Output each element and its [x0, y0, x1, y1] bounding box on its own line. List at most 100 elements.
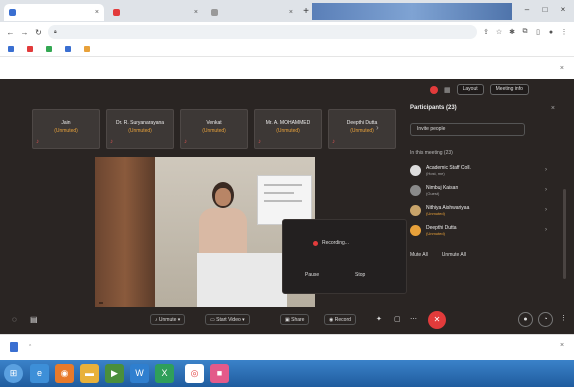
- participant-tile[interactable]: Dr. R. Suryanarayana (Unmuted) ♪: [106, 109, 174, 149]
- start-icon[interactable]: ⊞: [4, 364, 23, 383]
- more-options-icon[interactable]: ⋯: [410, 314, 417, 325]
- forward-icon[interactable]: →: [20, 28, 29, 37]
- participant-role: (Unmuted): [426, 211, 445, 216]
- participants-icon[interactable]: ●: [518, 312, 533, 327]
- close-icon[interactable]: ×: [95, 9, 99, 16]
- participant-tile[interactable]: Deepthi Dutta (Unmuted) ♪: [328, 109, 396, 149]
- menu-icon[interactable]: ⋮: [560, 28, 568, 36]
- chevron-up-icon[interactable]: ⌃: [28, 344, 32, 350]
- participant-role: (Host, me): [426, 171, 445, 176]
- more-icon[interactable]: ›: [545, 207, 547, 213]
- participant-row[interactable]: Academic Staff Coll. (Host, me) ›: [410, 165, 555, 176]
- participant-tile[interactable]: Jain (Unmuted) ♪: [32, 109, 100, 149]
- reactions-icon[interactable]: ✦: [376, 314, 382, 325]
- more-icon[interactable]: ›: [545, 167, 547, 173]
- bookmark-item[interactable]: [8, 46, 17, 52]
- participant-row[interactable]: Deepthi Dutta (Unmuted) ›: [410, 225, 555, 236]
- folder-icon[interactable]: ▬: [80, 364, 99, 383]
- more-icon[interactable]: ›: [545, 187, 547, 193]
- participant-tile[interactable]: Venkat (Unmuted) ♪: [180, 109, 248, 149]
- layout-button[interactable]: Layout: [456, 84, 484, 95]
- excel-icon[interactable]: X: [155, 364, 174, 383]
- close-icon[interactable]: ×: [560, 342, 564, 349]
- chat-icon[interactable]: ▤: [30, 314, 38, 325]
- recording-indicator-icon: [430, 85, 438, 94]
- recording-popup: Recording... Pause Stop: [282, 219, 407, 294]
- participants-section-header[interactable]: In this meeting (23): [410, 150, 555, 156]
- close-icon[interactable]: ×: [194, 9, 198, 16]
- meeting-controls: ◌ ▤ ♪ Unmute ▾ ▭ Start Video ▾ ▣ Share ◉…: [0, 307, 574, 334]
- participants-title: Participants (23): [410, 105, 457, 111]
- start-video-label: Start Video: [216, 317, 241, 323]
- tile-status: (Unmuted): [128, 128, 152, 134]
- tile-status: (Unmuted): [202, 128, 226, 134]
- participant-row[interactable]: Nithiya Aishwariyaa (Unmuted) ›: [410, 205, 555, 216]
- more-icon[interactable]: ⋮: [556, 312, 571, 327]
- windows-taskbar: ⊞ e ◉ ▬ ▶ W X ◎ ■: [0, 360, 574, 387]
- extensions-puzzle-icon[interactable]: ⧉: [521, 28, 529, 36]
- apps-icon[interactable]: ▢: [394, 314, 401, 325]
- share-label: Share: [291, 317, 305, 323]
- media-icon[interactable]: ▶: [105, 364, 124, 383]
- unmute-button[interactable]: ♪ Unmute ▾: [150, 314, 186, 325]
- stop-recording-button[interactable]: Stop: [355, 272, 365, 278]
- start-video-button[interactable]: ▭ Start Video ▾: [205, 314, 250, 325]
- new-tab-icon[interactable]: +: [300, 6, 312, 18]
- app-icon[interactable]: ■: [210, 364, 229, 383]
- unmute-all-button[interactable]: Unmute All: [442, 252, 466, 258]
- download-item[interactable]: ⌃: [10, 342, 32, 352]
- bookmark-item[interactable]: [65, 46, 74, 52]
- tile-name: Jain: [61, 120, 71, 126]
- mute-all-button[interactable]: Mute All: [410, 252, 428, 258]
- mic-muted-icon: ♪: [332, 139, 335, 145]
- video-podium: [197, 253, 287, 307]
- shield-icon[interactable]: ◌: [12, 314, 17, 325]
- browser-tab[interactable]: ×: [206, 4, 298, 21]
- tab-favicon-icon: [9, 9, 16, 16]
- participant-tile[interactable]: Mr. A. MOHAMMED (Unmuted) ♪: [254, 109, 322, 149]
- invite-people-button[interactable]: Invite people: [410, 123, 525, 136]
- back-icon[interactable]: ←: [6, 28, 15, 37]
- star-icon[interactable]: ☆: [495, 28, 503, 36]
- more-icon[interactable]: ›: [545, 227, 547, 233]
- meeting-top-bar: ▦ Layout Meeting info: [430, 84, 529, 95]
- grid-icon[interactable]: ▦: [444, 86, 451, 94]
- share-icon[interactable]: ⇪: [482, 28, 490, 36]
- chrome-icon[interactable]: ◎: [185, 364, 204, 383]
- chat-bubble-icon[interactable]: ◔: [538, 312, 553, 327]
- bookmark-icon: [65, 46, 71, 52]
- tile-name: Deepthi Dutta: [346, 120, 378, 126]
- maximize-icon[interactable]: □: [538, 4, 552, 16]
- close-icon[interactable]: ×: [551, 105, 555, 112]
- browser-tab[interactable]: ×: [4, 4, 104, 21]
- firefox-icon[interactable]: ◉: [55, 364, 74, 383]
- reload-icon[interactable]: ↻: [34, 28, 43, 37]
- url-input[interactable]: 🔒︎: [48, 25, 477, 39]
- profile-icon[interactable]: ●: [547, 29, 555, 36]
- leave-meeting-button[interactable]: ✕: [428, 311, 446, 329]
- bookmark-item[interactable]: [84, 46, 93, 52]
- bookmark-item[interactable]: [27, 46, 36, 52]
- share-button[interactable]: ▣ Share: [280, 314, 310, 325]
- participants-scrollbar[interactable]: [563, 189, 566, 279]
- close-window-icon[interactable]: ×: [556, 4, 570, 16]
- close-icon[interactable]: ×: [289, 9, 293, 16]
- sidebar-icon[interactable]: ▯: [534, 28, 542, 36]
- minimize-icon[interactable]: –: [520, 4, 534, 16]
- chevron-right-icon[interactable]: ›: [376, 123, 379, 132]
- extension-icon[interactable]: ✱: [508, 28, 516, 36]
- participants-panel: Participants (23) × Invite people In thi…: [410, 105, 555, 305]
- record-button[interactable]: ◉ Record: [324, 314, 356, 325]
- tile-status: (Unmuted): [276, 128, 300, 134]
- word-icon[interactable]: W: [130, 364, 149, 383]
- ie-icon[interactable]: e: [30, 364, 49, 383]
- record-label: Record: [334, 317, 351, 323]
- bookmark-item[interactable]: [46, 46, 55, 52]
- close-icon[interactable]: ×: [560, 65, 564, 72]
- participant-row[interactable]: Nimbuj Kaisan (Guest) ›: [410, 185, 555, 196]
- browser-tab-bar: × × × + – □ ×: [0, 0, 574, 22]
- meeting-info-button[interactable]: Meeting info: [489, 84, 529, 95]
- bookmarks-bar: [0, 42, 574, 57]
- browser-tab[interactable]: ×: [108, 4, 203, 21]
- pause-recording-button[interactable]: Pause: [305, 272, 319, 278]
